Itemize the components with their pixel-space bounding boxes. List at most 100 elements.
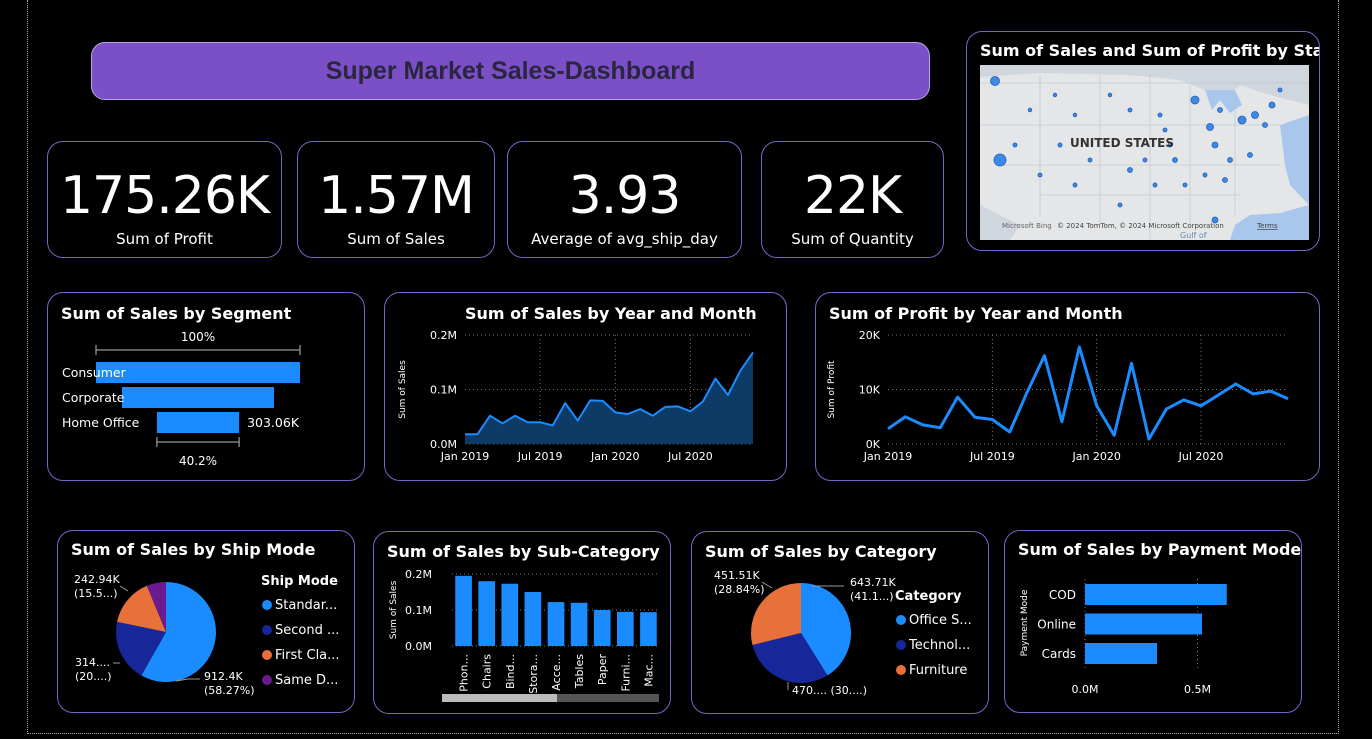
data-label: 314.... (75, 656, 110, 669)
y-tick-label: COD (1049, 588, 1076, 602)
funnel-value-label: 303.06K (247, 415, 300, 430)
kpi-card-profit[interactable]: 175.26K Sum of Profit (47, 141, 282, 258)
map-terms-link[interactable]: Terms (1256, 222, 1278, 230)
x-tick-label: 0.0M (1072, 683, 1099, 696)
x-tick-label: Jul 2019 (969, 450, 1015, 463)
ship-mode-svg: Ship Mode Standar... Second ... First Cla..… (74, 573, 340, 697)
payment-mode-svg: 0.0M 0.5M Payment Mode COD Online Cards (1020, 579, 1227, 696)
x-tick-label: Stora... (527, 654, 540, 694)
bar (455, 575, 472, 646)
x-tick-label: Jul 2019 (517, 450, 563, 463)
data-label: (58.27%) (204, 684, 255, 697)
bar (1085, 643, 1157, 664)
map-title: Sum of Sales and Sum of Profit by State (980, 41, 1320, 60)
bar (617, 611, 634, 646)
x-tick-label: Jan 2019 (863, 450, 912, 463)
data-label: (15.5...) (74, 587, 118, 600)
x-tick-label: 0.5M (1184, 683, 1211, 696)
kpi-label: Sum of Quantity (791, 230, 914, 248)
y-tick-label: 10K (859, 384, 881, 397)
legend-label: Furniture (909, 663, 967, 678)
dashboard-title-bar: Super Market Sales-Dashboard (91, 42, 930, 100)
map-country-label: UNITED STATES (1070, 136, 1174, 150)
data-label: 242.94K (74, 573, 120, 586)
kpi-card-ship-day[interactable]: 3.93 Average of avg_ship_day (507, 141, 742, 258)
kpi-label: Average of avg_ship_day (531, 230, 718, 248)
y-tick-label: 0.2M (405, 568, 432, 581)
y-axis-label: Sum of Sales (389, 580, 399, 639)
funnel-category-label: Consumer (62, 365, 127, 380)
bar (1085, 613, 1202, 635)
legend-marker (896, 640, 906, 650)
legend-label: Same D... (275, 673, 338, 688)
legend-marker (262, 675, 272, 685)
bar (1085, 584, 1227, 605)
x-tick-label: Bind... (504, 654, 517, 689)
payment-mode-chart-card[interactable]: Sum of Sales by Payment Mode 0.0M 0.5M Pay… (1004, 530, 1302, 713)
profit-month-svg: 0K10K20KJan 2019 Jul 2019 Jan 2020 Jul 2020… (827, 329, 1289, 463)
legend-title: Category (895, 589, 962, 604)
x-tick-label: Furni... (619, 654, 632, 692)
legend-marker (896, 665, 906, 675)
kpi-value: 22K (803, 166, 902, 226)
y-tick-label: Cards (1042, 647, 1076, 661)
map-card[interactable]: Sum of Sales and Sum of Profit by State (966, 31, 1320, 251)
data-label: (20....) (75, 670, 112, 683)
x-tick-label: Mac... (642, 654, 655, 687)
series-line (887, 345, 1289, 441)
ship-mode-chart-card[interactable]: Sum of Sales by Ship Mode Ship Mode Stand… (57, 530, 355, 713)
funnel-top-label: 100% (181, 330, 215, 344)
sales-month-svg: 0.0M0.1M0.2MJan 2019 Jul 2019 Jan 2020 Jul … (398, 329, 754, 463)
legend-label: Second ... (275, 623, 339, 638)
funnel-category-label: Home Office (62, 415, 140, 430)
leader-line (119, 585, 129, 592)
bar (478, 581, 495, 646)
funnel-bar (121, 387, 275, 408)
profit-month-chart-card[interactable]: Sum of Profit by Year and Month 0K 10K 20K… (815, 292, 1320, 481)
data-label: 912.4K (204, 670, 243, 683)
x-tick-label: Tables (573, 654, 586, 689)
x-tick-label: Chairs (481, 654, 494, 689)
bar (570, 602, 588, 646)
data-label: 451.51K (714, 569, 760, 582)
segment-chart-card[interactable]: Sum of Sales by Segment 100% Consumer Corp… (47, 292, 365, 481)
bar (640, 612, 657, 646)
x-tick-label: Paper (596, 654, 609, 686)
category-chart-card[interactable]: Sum of Sales by Category Category Office … (691, 531, 989, 714)
funnel-category-label: Corporate (62, 390, 125, 405)
us-map[interactable]: UNITED STATES Microsoft Bing © 2024 TomT… (980, 65, 1309, 240)
legend-label: Office S... (909, 613, 972, 628)
kpi-card-sales[interactable]: 1.57M Sum of Sales (297, 141, 495, 258)
sub-category-svg: 0.0M 0.1M 0.2M Sum of Sales Phon... Chairs Bin… (389, 568, 660, 702)
x-tick-label: Phon... (458, 654, 471, 692)
legend-label: Standar... (275, 598, 337, 613)
map-gulf-label: Gulf of (1180, 231, 1207, 240)
map-brand: Microsoft Bing (1002, 222, 1052, 230)
bar (524, 592, 542, 646)
legend-marker (896, 615, 906, 625)
category-svg: Category Office S... Technol... Furniture 64… (714, 569, 972, 697)
sub-category-chart-card[interactable]: Sum of Sales by Sub-Category 0.0M 0.1M 0.2… (373, 531, 671, 714)
funnel-bar (156, 412, 240, 433)
y-axis-label: Sum of Sales (398, 360, 408, 419)
dashboard-title: Super Market Sales-Dashboard (325, 56, 696, 85)
kpi-value: 1.57M (318, 166, 475, 226)
legend-marker (262, 625, 272, 635)
x-tick-label: Jan 2020 (1071, 450, 1120, 463)
x-tick-label: Jan 2019 (440, 450, 489, 463)
y-tick-label: 0.0M (405, 640, 432, 653)
area-fill (465, 352, 753, 444)
scrollbar-thumb (442, 694, 557, 702)
bar (501, 583, 519, 646)
y-axis-label: Sum of Profit (827, 360, 837, 419)
x-tick-label: Acce... (550, 654, 563, 691)
funnel-bar (96, 362, 300, 383)
kpi-value: 175.26K (59, 166, 270, 226)
kpi-card-quantity[interactable]: 22K Sum of Quantity (761, 141, 944, 258)
sales-month-chart-card[interactable]: Sum of Sales by Year and Month 0.0M 0.1M 0… (384, 292, 787, 481)
x-tick-label: Jan 2020 (590, 450, 639, 463)
kpi-value: 3.93 (568, 166, 682, 226)
x-tick-label: Jul 2020 (667, 450, 713, 463)
segment-funnel-svg: 100% Consumer Corporate Home Office 303.06K 4… (62, 330, 301, 468)
bar (547, 602, 565, 646)
